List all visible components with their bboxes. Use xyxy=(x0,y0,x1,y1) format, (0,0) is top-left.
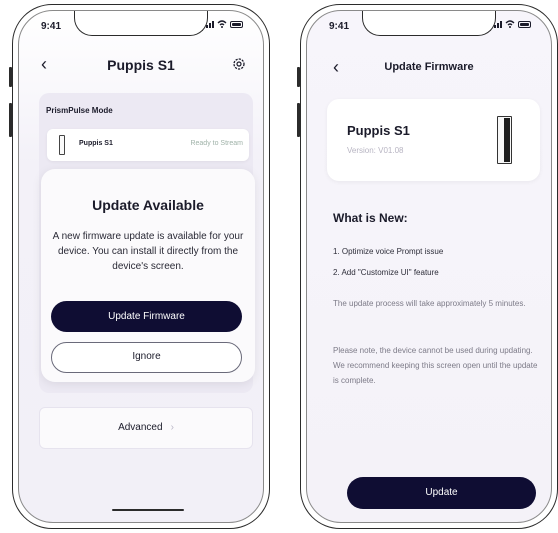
battery-icon xyxy=(518,20,531,28)
side-button xyxy=(297,67,300,87)
screen-left: 9:41 ‹ Puppis S1 PrismPulse Mode Puppis … xyxy=(18,10,264,523)
status-icons xyxy=(206,20,243,28)
device-row[interactable]: Puppis S1 Ready to Stream xyxy=(47,129,249,161)
device-name: Puppis S1 xyxy=(79,140,113,147)
update-available-modal: Update Available A new firmware update i… xyxy=(41,169,255,382)
page-title: Update Firmware xyxy=(384,61,474,73)
screen-right: 9:41 ‹ Update Firmware Puppis S1 Version… xyxy=(306,10,552,523)
device-status: Ready to Stream xyxy=(190,140,243,147)
device-thumbnail xyxy=(59,135,65,155)
notch xyxy=(74,11,208,36)
advanced-label: Advanced xyxy=(118,422,163,433)
changelog-item: 1. Optimize voice Prompt issue xyxy=(333,247,444,256)
gear-icon[interactable] xyxy=(231,56,247,72)
device-name: Puppis S1 xyxy=(347,123,410,138)
status-icons xyxy=(494,20,531,28)
changelog-item: 2. Add "Customize UI" feature xyxy=(333,268,439,277)
modal-title: Update Available xyxy=(92,197,204,213)
home-indicator xyxy=(112,509,184,511)
warning-note: Please note, the device cannot be used d… xyxy=(333,346,538,385)
ignore-button[interactable]: Ignore xyxy=(51,342,242,373)
side-button xyxy=(9,67,12,87)
device-card: Puppis S1 Version: V01.08 xyxy=(327,99,540,181)
chevron-right-icon: › xyxy=(170,422,174,433)
signal-icon xyxy=(206,20,214,28)
phone-frame-left: 9:41 ‹ Puppis S1 PrismPulse Mode Puppis … xyxy=(9,4,270,529)
update-firmware-button[interactable]: Update Firmware xyxy=(51,301,242,332)
notch xyxy=(362,11,496,36)
side-button xyxy=(9,103,12,137)
duration-note: The update process will take approximate… xyxy=(333,299,526,308)
modal-text: A new firmware update is available for y… xyxy=(52,231,244,272)
signal-icon xyxy=(494,20,502,28)
battery-icon xyxy=(230,20,243,28)
page-title: Puppis S1 xyxy=(107,57,175,73)
side-button xyxy=(297,103,300,137)
phone-frame-right: 9:41 ‹ Update Firmware Puppis S1 Version… xyxy=(297,4,558,529)
status-time: 9:41 xyxy=(329,21,350,32)
wifi-icon xyxy=(217,20,227,28)
whats-new-title: What is New: xyxy=(333,211,408,225)
device-version: Version: V01.08 xyxy=(347,146,404,155)
update-button[interactable]: Update xyxy=(347,477,536,509)
device-image xyxy=(497,116,512,164)
wifi-icon xyxy=(505,20,515,28)
mode-title: PrismPulse Mode xyxy=(46,106,113,115)
status-time: 9:41 xyxy=(41,21,62,32)
advanced-button[interactable]: Advanced › xyxy=(39,407,253,449)
